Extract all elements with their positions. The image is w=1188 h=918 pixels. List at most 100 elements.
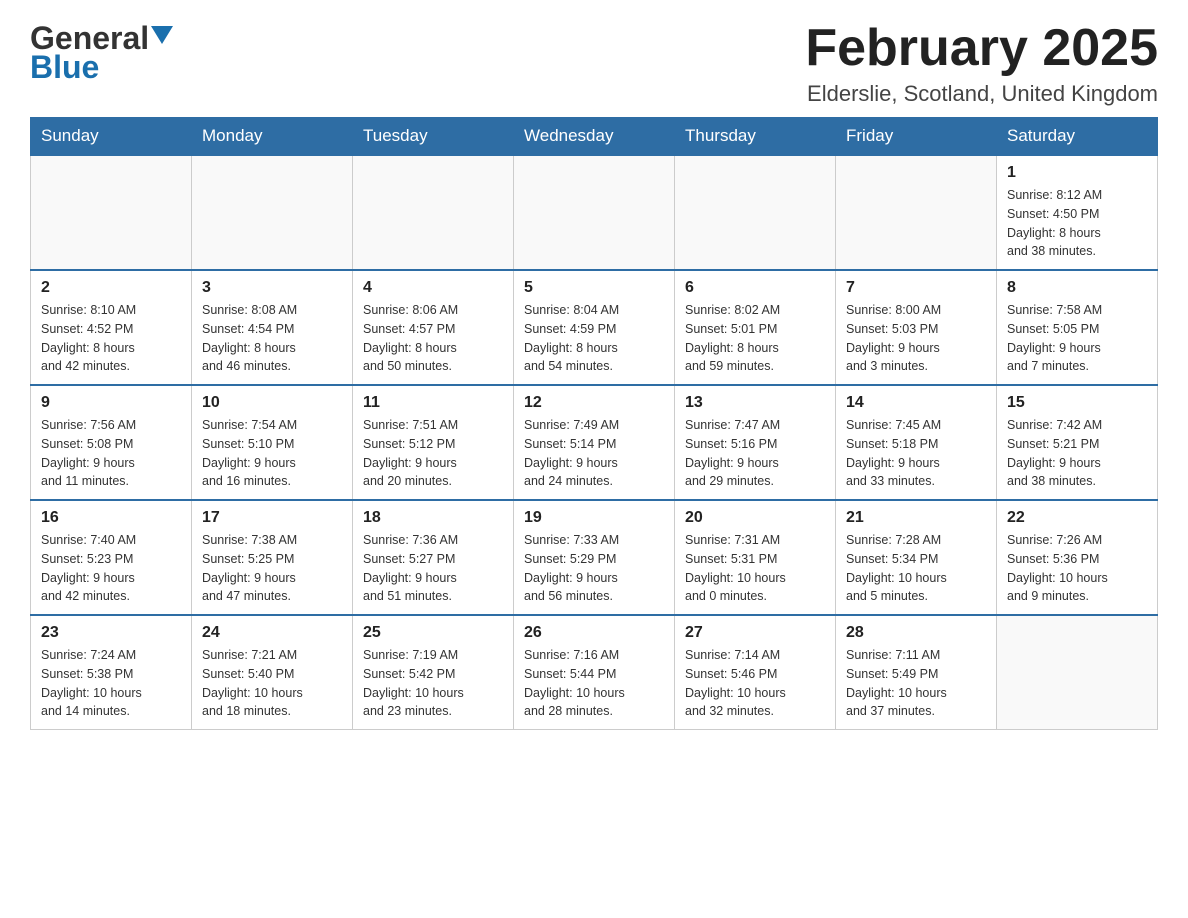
calendar-day-cell: [192, 155, 353, 270]
day-number: 8: [1007, 279, 1147, 297]
day-info: Sunrise: 7:24 AM Sunset: 5:38 PM Dayligh…: [41, 646, 181, 721]
day-info: Sunrise: 7:54 AM Sunset: 5:10 PM Dayligh…: [202, 416, 342, 491]
day-info: Sunrise: 7:40 AM Sunset: 5:23 PM Dayligh…: [41, 531, 181, 606]
day-info: Sunrise: 7:26 AM Sunset: 5:36 PM Dayligh…: [1007, 531, 1147, 606]
day-number: 5: [524, 279, 664, 297]
day-number: 20: [685, 509, 825, 527]
logo-triangle-icon: [151, 26, 173, 44]
day-number: 12: [524, 394, 664, 412]
day-info: Sunrise: 7:49 AM Sunset: 5:14 PM Dayligh…: [524, 416, 664, 491]
calendar-day-cell: 6 Sunrise: 8:02 AM Sunset: 5:01 PM Daylig…: [675, 270, 836, 385]
calendar-week-row: 2 Sunrise: 8:10 AM Sunset: 4:52 PM Daylig…: [31, 270, 1158, 385]
calendar-day-cell: [997, 615, 1158, 730]
day-number: 19: [524, 509, 664, 527]
month-title: February 2025: [805, 20, 1158, 77]
calendar-day-cell: [836, 155, 997, 270]
day-info: Sunrise: 7:56 AM Sunset: 5:08 PM Dayligh…: [41, 416, 181, 491]
calendar-day-cell: 27 Sunrise: 7:14 AM Sunset: 5:46 PM Dayli…: [675, 615, 836, 730]
calendar-day-cell: 1 Sunrise: 8:12 AM Sunset: 4:50 PM Daylig…: [997, 155, 1158, 270]
day-info: Sunrise: 8:02 AM Sunset: 5:01 PM Dayligh…: [685, 301, 825, 376]
calendar-day-cell: 12 Sunrise: 7:49 AM Sunset: 5:14 PM Dayli…: [514, 385, 675, 500]
day-number: 28: [846, 624, 986, 642]
day-info: Sunrise: 7:19 AM Sunset: 5:42 PM Dayligh…: [363, 646, 503, 721]
day-of-week-header: Wednesday: [514, 118, 675, 156]
day-number: 3: [202, 279, 342, 297]
calendar-week-row: 23Sunrise: 7:24 AM Sunset: 5:38 PM Dayli…: [31, 615, 1158, 730]
day-number: 11: [363, 394, 503, 412]
day-number: 2: [41, 279, 181, 297]
calendar-day-cell: [675, 155, 836, 270]
calendar-week-row: 16 Sunrise: 7:40 AM Sunset: 5:23 PM Dayli…: [31, 500, 1158, 615]
day-info: Sunrise: 7:36 AM Sunset: 5:27 PM Dayligh…: [363, 531, 503, 606]
day-of-week-header: Thursday: [675, 118, 836, 156]
day-number: 22: [1007, 509, 1147, 527]
calendar-day-cell: [514, 155, 675, 270]
calendar-week-row: 9Sunrise: 7:56 AM Sunset: 5:08 PM Daylig…: [31, 385, 1158, 500]
day-info: Sunrise: 7:45 AM Sunset: 5:18 PM Dayligh…: [846, 416, 986, 491]
day-info: Sunrise: 8:00 AM Sunset: 5:03 PM Dayligh…: [846, 301, 986, 376]
day-number: 14: [846, 394, 986, 412]
calendar-day-cell: 25 Sunrise: 7:19 AM Sunset: 5:42 PM Dayli…: [353, 615, 514, 730]
day-number: 17: [202, 509, 342, 527]
calendar-table: SundayMondayTuesdayWednesdayThursdayFrid…: [30, 117, 1158, 730]
day-number: 18: [363, 509, 503, 527]
day-number: 13: [685, 394, 825, 412]
calendar-day-cell: 3 Sunrise: 8:08 AM Sunset: 4:54 PM Daylig…: [192, 270, 353, 385]
day-number: 25: [363, 624, 503, 642]
day-of-week-header: Tuesday: [353, 118, 514, 156]
day-info: Sunrise: 7:51 AM Sunset: 5:12 PM Dayligh…: [363, 416, 503, 491]
day-info: Sunrise: 7:58 AM Sunset: 5:05 PM Dayligh…: [1007, 301, 1147, 376]
calendar-day-cell: 20 Sunrise: 7:31 AM Sunset: 5:31 PM Dayli…: [675, 500, 836, 615]
day-info: Sunrise: 8:10 AM Sunset: 4:52 PM Dayligh…: [41, 301, 181, 376]
calendar-day-cell: 15Sunrise: 7:42 AM Sunset: 5:21 PM Dayli…: [997, 385, 1158, 500]
calendar-day-cell: 8 Sunrise: 7:58 AM Sunset: 5:05 PM Daylig…: [997, 270, 1158, 385]
logo: General Blue: [30, 20, 173, 86]
calendar-day-cell: 11 Sunrise: 7:51 AM Sunset: 5:12 PM Dayli…: [353, 385, 514, 500]
day-number: 16: [41, 509, 181, 527]
day-number: 7: [846, 279, 986, 297]
calendar-day-cell: 5 Sunrise: 8:04 AM Sunset: 4:59 PM Daylig…: [514, 270, 675, 385]
calendar-week-row: 1 Sunrise: 8:12 AM Sunset: 4:50 PM Daylig…: [31, 155, 1158, 270]
day-info: Sunrise: 7:14 AM Sunset: 5:46 PM Dayligh…: [685, 646, 825, 721]
calendar-day-cell: 10 Sunrise: 7:54 AM Sunset: 5:10 PM Dayli…: [192, 385, 353, 500]
day-number: 24: [202, 624, 342, 642]
calendar-day-cell: 4Sunrise: 8:06 AM Sunset: 4:57 PM Daylig…: [353, 270, 514, 385]
calendar-day-cell: 7 Sunrise: 8:00 AM Sunset: 5:03 PM Daylig…: [836, 270, 997, 385]
logo-blue-text: Blue: [30, 49, 99, 86]
day-info: Sunrise: 7:31 AM Sunset: 5:31 PM Dayligh…: [685, 531, 825, 606]
location-subtitle: Elderslie, Scotland, United Kingdom: [805, 81, 1158, 107]
day-info: Sunrise: 7:47 AM Sunset: 5:16 PM Dayligh…: [685, 416, 825, 491]
day-info: Sunrise: 8:12 AM Sunset: 4:50 PM Dayligh…: [1007, 186, 1147, 261]
day-info: Sunrise: 7:21 AM Sunset: 5:40 PM Dayligh…: [202, 646, 342, 721]
calendar-day-cell: 13 Sunrise: 7:47 AM Sunset: 5:16 PM Dayli…: [675, 385, 836, 500]
day-number: 21: [846, 509, 986, 527]
day-info: Sunrise: 7:38 AM Sunset: 5:25 PM Dayligh…: [202, 531, 342, 606]
day-info: Sunrise: 8:08 AM Sunset: 4:54 PM Dayligh…: [202, 301, 342, 376]
day-number: 1: [1007, 164, 1147, 182]
day-number: 10: [202, 394, 342, 412]
calendar-day-cell: 21 Sunrise: 7:28 AM Sunset: 5:34 PM Dayli…: [836, 500, 997, 615]
day-number: 27: [685, 624, 825, 642]
calendar-day-cell: 2 Sunrise: 8:10 AM Sunset: 4:52 PM Daylig…: [31, 270, 192, 385]
calendar-day-cell: 9Sunrise: 7:56 AM Sunset: 5:08 PM Daylig…: [31, 385, 192, 500]
calendar-day-cell: 28 Sunrise: 7:11 AM Sunset: 5:49 PM Dayli…: [836, 615, 997, 730]
calendar-day-cell: 23Sunrise: 7:24 AM Sunset: 5:38 PM Dayli…: [31, 615, 192, 730]
day-info: Sunrise: 8:06 AM Sunset: 4:57 PM Dayligh…: [363, 301, 503, 376]
day-info: Sunrise: 7:16 AM Sunset: 5:44 PM Dayligh…: [524, 646, 664, 721]
day-info: Sunrise: 8:04 AM Sunset: 4:59 PM Dayligh…: [524, 301, 664, 376]
day-of-week-header: Sunday: [31, 118, 192, 156]
day-info: Sunrise: 7:11 AM Sunset: 5:49 PM Dayligh…: [846, 646, 986, 721]
calendar-day-cell: 19 Sunrise: 7:33 AM Sunset: 5:29 PM Dayli…: [514, 500, 675, 615]
day-number: 26: [524, 624, 664, 642]
calendar-day-cell: 17 Sunrise: 7:38 AM Sunset: 5:25 PM Dayli…: [192, 500, 353, 615]
calendar-day-cell: 24 Sunrise: 7:21 AM Sunset: 5:40 PM Dayli…: [192, 615, 353, 730]
calendar-day-cell: 16 Sunrise: 7:40 AM Sunset: 5:23 PM Dayli…: [31, 500, 192, 615]
day-info: Sunrise: 7:33 AM Sunset: 5:29 PM Dayligh…: [524, 531, 664, 606]
day-info: Sunrise: 7:28 AM Sunset: 5:34 PM Dayligh…: [846, 531, 986, 606]
calendar-header-row: SundayMondayTuesdayWednesdayThursdayFrid…: [31, 118, 1158, 156]
day-number: 6: [685, 279, 825, 297]
day-info: Sunrise: 7:42 AM Sunset: 5:21 PM Dayligh…: [1007, 416, 1147, 491]
calendar-day-cell: 26 Sunrise: 7:16 AM Sunset: 5:44 PM Dayli…: [514, 615, 675, 730]
page-header: General Blue February 2025 Elderslie, Sc…: [30, 20, 1158, 107]
calendar-day-cell: 22 Sunrise: 7:26 AM Sunset: 5:36 PM Dayli…: [997, 500, 1158, 615]
